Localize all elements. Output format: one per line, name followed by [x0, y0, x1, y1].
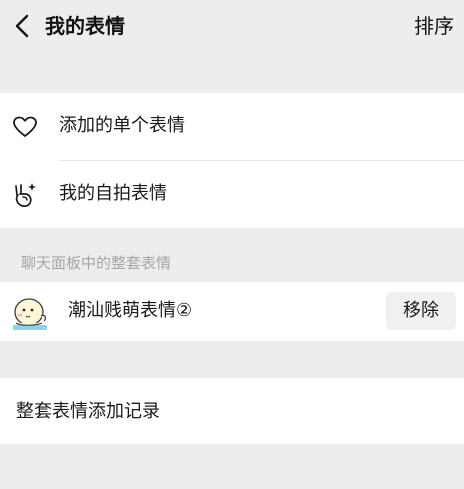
remove-button[interactable]: 移除 — [386, 292, 456, 330]
pack-history-label: 整套表情添加记录 — [16, 401, 160, 422]
page-title: 我的表情 — [45, 14, 125, 38]
sticker-pack-row[interactable]: 潮汕贱萌表情② 移除 — [0, 282, 464, 341]
sticker-menu-card: 添加的单个表情 我的自拍表情 — [0, 93, 464, 228]
navigation-bar: 我的表情 排序 — [0, 0, 464, 52]
menu-item-single-stickers[interactable]: 添加的单个表情 — [0, 93, 464, 160]
sort-button[interactable]: 排序 — [414, 13, 454, 39]
menu-item-selfie-stickers[interactable]: 我的自拍表情 — [0, 161, 464, 228]
selfie-hand-sparkle-icon — [12, 182, 38, 208]
pack-history-row[interactable]: 整套表情添加记录 — [0, 378, 464, 444]
pack-thumbnail-icon — [10, 292, 50, 332]
menu-item-label: 我的自拍表情 — [59, 183, 167, 204]
chevron-left-icon — [15, 14, 29, 38]
pack-name: 潮汕贱萌表情② — [68, 300, 193, 321]
back-button[interactable] — [10, 12, 34, 40]
heart-outline-icon — [12, 114, 38, 140]
section-title: 聊天面板中的整套表情 — [21, 254, 172, 272]
menu-item-label: 添加的单个表情 — [59, 115, 185, 136]
